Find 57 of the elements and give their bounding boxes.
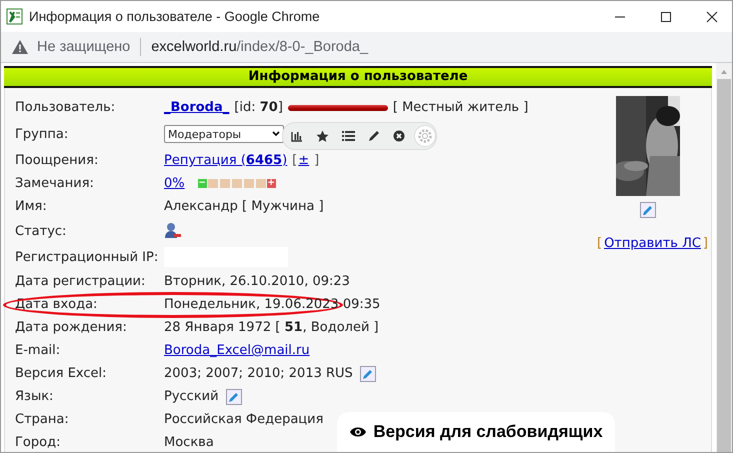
list-icon[interactable] <box>342 130 355 142</box>
increase-button[interactable]: + <box>266 179 276 188</box>
bracket: ] <box>314 153 320 168</box>
bracket: [ <box>596 236 602 251</box>
field-label: Дата регистрации: <box>15 274 146 289</box>
delete-icon[interactable] <box>393 130 405 142</box>
field-value: 28 Января 1972 [ 51, Водолей ] <box>164 320 379 335</box>
edit-icon[interactable] <box>640 202 656 218</box>
rank-label: [ Местный житель ] <box>392 100 528 115</box>
reputation-link[interactable]: Репутация (6465) <box>164 153 288 168</box>
field-label: Версия Excel: <box>15 366 108 381</box>
user-id: [id: 70] <box>234 100 283 115</box>
field-value: Москва <box>164 435 214 450</box>
close-icon[interactable] <box>706 10 718 22</box>
username-link[interactable]: _Boroda_ <box>164 100 230 115</box>
scrollbar-thumb[interactable] <box>717 79 731 452</box>
field-label: Замечания: <box>15 176 95 191</box>
maximize-icon[interactable] <box>660 10 672 22</box>
field-label: Регистрационный IP: <box>15 250 160 264</box>
spreadsheet-icon <box>6 8 23 25</box>
field-value: Русский <box>164 389 219 404</box>
accessibility-button[interactable]: Версия для слабовидящих <box>337 412 615 452</box>
field-label: Имя: <box>15 199 48 214</box>
field-label: Дата входа: <box>15 297 98 312</box>
group-select[interactable]: Модераторы <box>164 125 284 143</box>
field-value: Понедельник, 19.06.2023 09:35 <box>164 297 380 312</box>
url-text[interactable]: excelworld.ru/index/8-0-_Boroda_ <box>151 39 368 55</box>
warning-icon[interactable] <box>12 40 28 54</box>
eye-icon <box>349 426 368 438</box>
warning-meter <box>208 179 266 188</box>
field-label: Статус: <box>15 224 68 238</box>
security-label[interactable]: Не защищено <box>37 39 130 55</box>
edit-icon[interactable] <box>360 366 376 382</box>
field-value: 2003; 2007; 2010; 2013 RUS <box>164 366 353 381</box>
field-label: Поощрения: <box>15 153 100 168</box>
field-label: Страна: <box>15 412 70 427</box>
panel-header: Информация о пользователе <box>4 66 712 88</box>
field-label: E-mail: <box>15 343 62 358</box>
edit-icon[interactable] <box>226 388 242 404</box>
pencil-icon[interactable] <box>368 130 380 142</box>
window-title: Информация о пользователе - Google Chrome <box>29 9 321 24</box>
field-label: Город: <box>15 435 62 450</box>
vote-link[interactable]: ± <box>298 153 310 168</box>
bracket: ] <box>702 236 708 251</box>
warnings-link[interactable]: 0% <box>164 176 185 191</box>
email-link[interactable]: Boroda_Excel@mail.ru <box>164 343 310 358</box>
send-message-link[interactable]: Отправить ЛС <box>604 236 701 251</box>
field-label: Дата рождения: <box>15 320 128 335</box>
field-label: Пользователь: <box>15 100 116 115</box>
field-label: Группа: <box>15 126 70 142</box>
star-icon[interactable] <box>316 130 329 142</box>
bracket: [ <box>292 153 298 168</box>
field-label: Язык: <box>15 389 54 404</box>
field-value: Александр [ Мужчина ] <box>164 199 324 214</box>
bar-chart-icon[interactable] <box>291 130 303 142</box>
field-value: Российская Федерация <box>164 412 324 427</box>
field-value: Вторник, 26.10.2010, 09:23 <box>164 274 350 289</box>
